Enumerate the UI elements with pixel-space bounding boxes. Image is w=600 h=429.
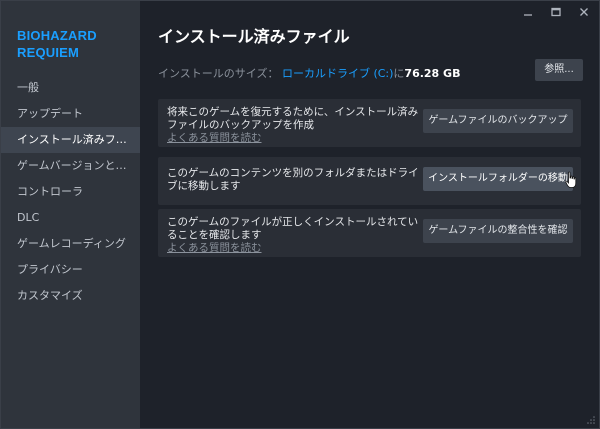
sidebar-item-general[interactable]: 一般 [1, 75, 140, 101]
verify-faq-link[interactable]: よくある質問を読む [167, 242, 262, 254]
main-panel: インストール済みファイル インストールのサイズ： ローカルドライブ (C:)に7… [140, 1, 599, 428]
maximize-icon [551, 7, 561, 17]
hand-cursor-icon [565, 171, 577, 188]
sidebar-item-controller[interactable]: コントローラ [1, 179, 140, 205]
verify-card-text: このゲームのファイルが正しくインストールされていることを確認します よくある質問… [167, 216, 419, 255]
move-folder-card: このゲームのコンテンツを別のフォルダまたはドライブに移動します インストールフォ… [158, 157, 581, 205]
sidebar-item-privacy[interactable]: プライバシー [1, 257, 140, 283]
sidebar-item-installed-files[interactable]: インストール済みファイル [1, 127, 140, 153]
page-title: インストール済みファイル [158, 27, 350, 46]
verify-description: このゲームのファイルが正しくインストールされていることを確認します [167, 216, 419, 241]
move-folder-card-text: このゲームのコンテンツを別のフォルダまたはドライブに移動します [167, 167, 419, 193]
verify-card: このゲームのファイルが正しくインストールされていることを確認します よくある質問… [158, 209, 581, 257]
verify-integrity-button[interactable]: ゲームファイルの整合性を確認 [423, 219, 573, 243]
sidebar-item-betas[interactable]: ゲームバージョンとベータ [1, 153, 140, 179]
minimize-button[interactable] [519, 5, 537, 19]
browse-button[interactable]: 参照... [535, 59, 583, 81]
maximize-button[interactable] [547, 5, 565, 19]
drive-suffix: に [393, 67, 405, 80]
sidebar-item-game-recording[interactable]: ゲームレコーディング [1, 231, 140, 257]
minimize-icon [524, 14, 532, 16]
move-folder-description: このゲームのコンテンツを別のフォルダまたはドライブに移動します [167, 167, 419, 192]
game-title: BIOHAZARD REQUIEM [17, 28, 97, 60]
close-button[interactable] [575, 5, 593, 19]
resize-grip-icon[interactable] [586, 415, 596, 425]
drive-link[interactable]: ローカルドライブ (C:) [282, 67, 393, 80]
sidebar-item-updates[interactable]: アップデート [1, 101, 140, 127]
sidebar-item-customize[interactable]: カスタマイズ [1, 283, 140, 309]
sidebar-item-dlc[interactable]: DLC [1, 205, 140, 231]
install-size-value: 76.28 GB [404, 67, 461, 80]
sidebar-nav: 一般 アップデート インストール済みファイル ゲームバージョンとベータ コントロ… [1, 75, 140, 309]
install-size-label: インストールのサイズ： [158, 67, 279, 80]
properties-window: BIOHAZARD REQUIEM 一般 アップデート インストール済みファイル… [0, 0, 600, 429]
backup-card: 将来このゲームを復元するために、インストール済みファイルのバックアップを作成 よ… [158, 99, 581, 147]
close-icon [580, 8, 588, 16]
backup-description: 将来このゲームを復元するために、インストール済みファイルのバックアップを作成 [167, 106, 419, 131]
backup-faq-link[interactable]: よくある質問を読む [167, 132, 262, 144]
backup-card-text: 将来このゲームを復元するために、インストール済みファイルのバックアップを作成 よ… [167, 106, 419, 145]
sidebar: BIOHAZARD REQUIEM 一般 アップデート インストール済みファイル… [1, 1, 140, 428]
install-size-row: インストールのサイズ： ローカルドライブ (C:)に76.28 GB [158, 65, 460, 81]
move-install-folder-button[interactable]: インストールフォルダーの移動 [423, 167, 573, 191]
backup-files-button[interactable]: ゲームファイルのバックアップ [423, 109, 573, 133]
window-controls [519, 5, 593, 19]
